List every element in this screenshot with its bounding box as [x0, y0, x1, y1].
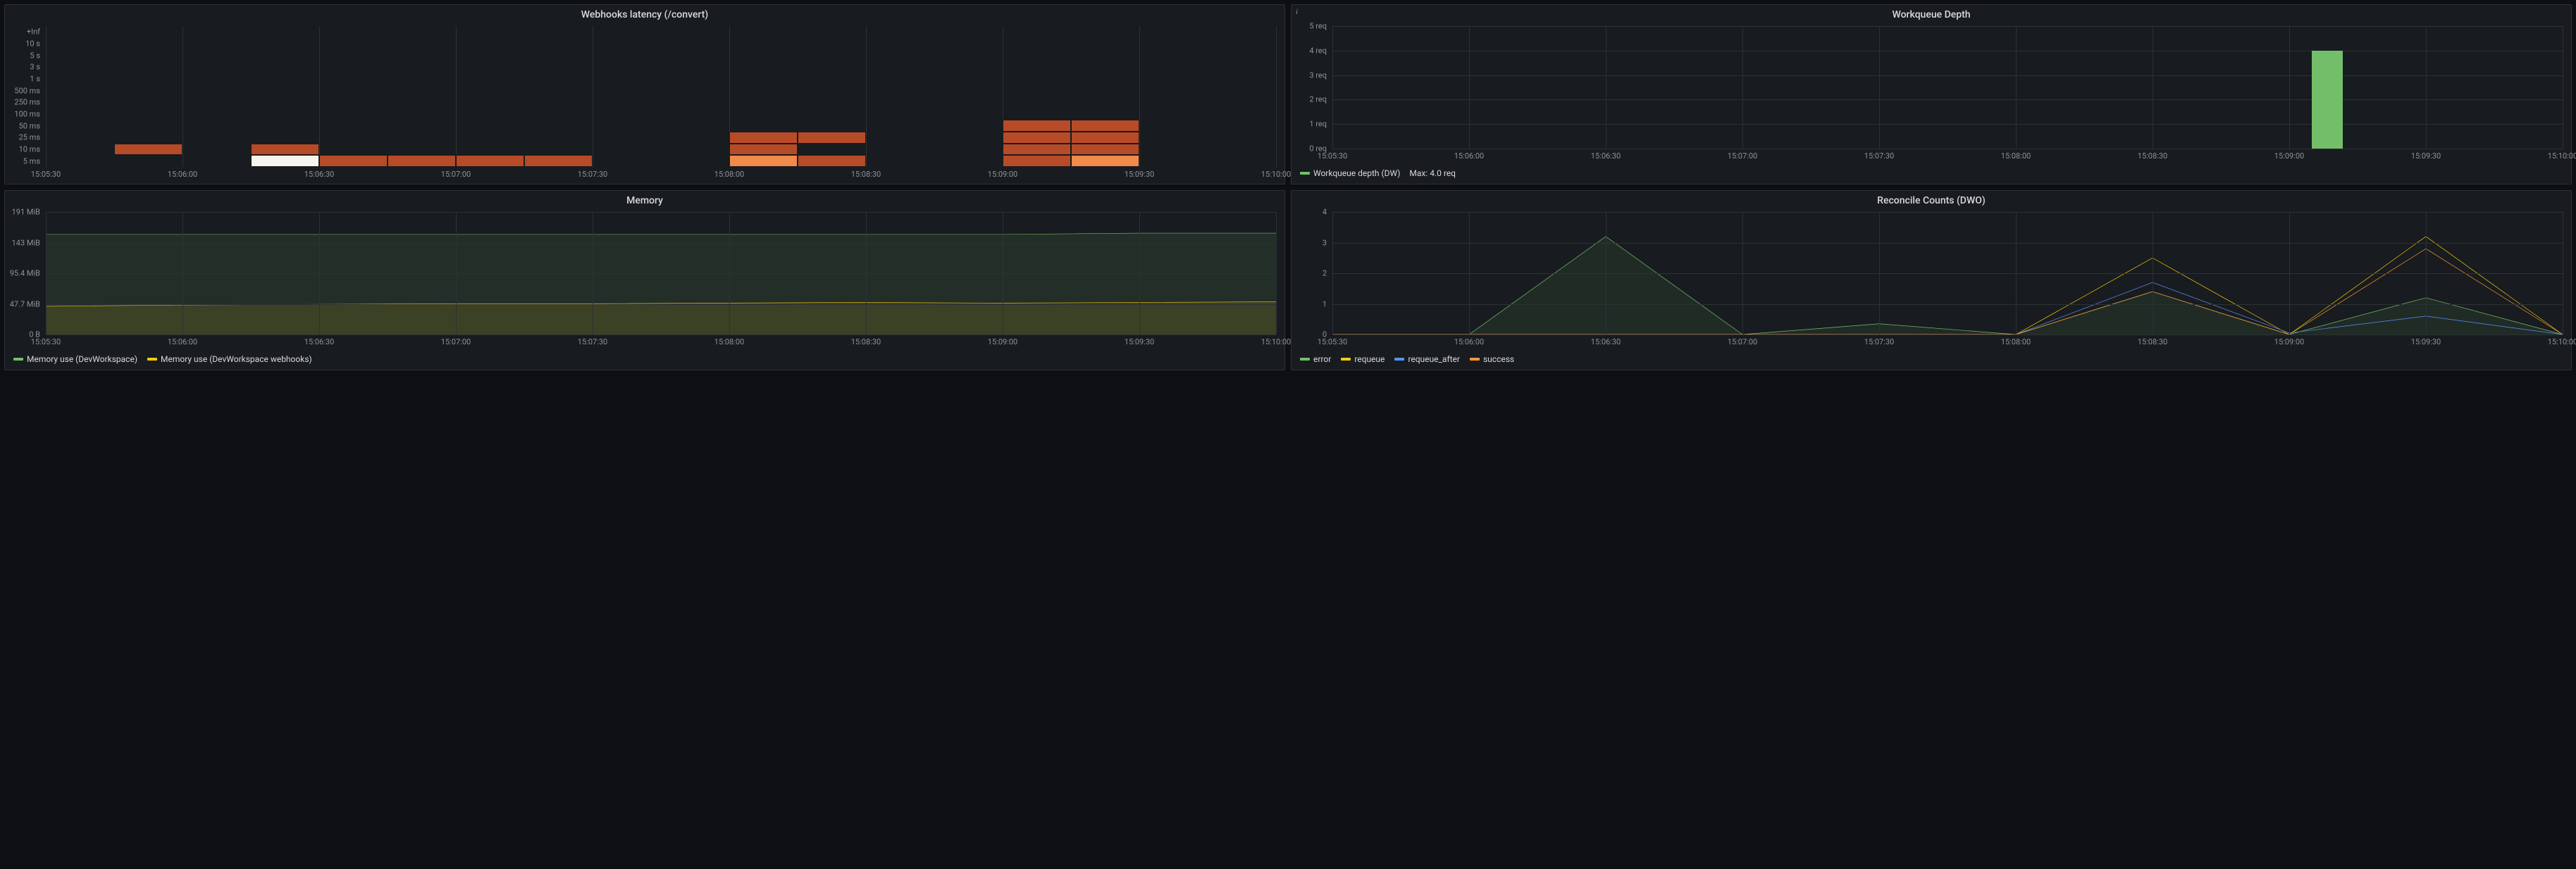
heatmap-cell[interactable] [456, 155, 524, 167]
heatmap-cell[interactable] [388, 155, 456, 167]
heatmap-cell[interactable] [1071, 132, 1139, 144]
line-chart[interactable] [1332, 212, 2563, 335]
heatmap-cell[interactable] [798, 155, 866, 167]
heatmap-cell[interactable] [251, 144, 319, 156]
heatmap-cell[interactable] [729, 132, 798, 144]
panel-workqueue-depth[interactable]: i Workqueue Depth 0 req1 req2 req3 req4 … [1291, 4, 2572, 185]
panel-reconcile-counts[interactable]: Reconcile Counts (DWO) 01234 15:05:3015:… [1291, 190, 2572, 370]
legend-label: Memory use (DevWorkspace) [27, 354, 137, 364]
chart-body: 01234 15:05:3015:06:0015:06:3015:07:0015… [1292, 209, 2571, 351]
legend-item[interactable]: Memory use (DevWorkspace) [13, 354, 137, 364]
legend-item[interactable]: requeue_after [1394, 354, 1460, 364]
heatmap-cell[interactable] [1071, 144, 1139, 156]
legend-item[interactable]: error [1300, 354, 1331, 364]
panel-title: Workqueue Depth [1292, 5, 2571, 23]
heatmap-cell[interactable] [1071, 120, 1139, 132]
heatmap-cell[interactable] [798, 132, 866, 144]
area-chart[interactable] [46, 212, 1276, 335]
legend: error requeue requeue_after success [1292, 351, 2571, 370]
heatmap-cell[interactable] [319, 155, 388, 167]
bar-area[interactable] [1332, 26, 2563, 149]
chart-body: 0 B47.7 MiB95.4 MiB143 MiB191 MiB 15:05:… [5, 209, 1284, 351]
legend-label: requeue [1354, 354, 1385, 364]
panel-title: Reconcile Counts (DWO) [1292, 191, 2571, 209]
info-icon[interactable]: i [1296, 8, 1298, 16]
legend-item[interactable]: requeue [1341, 354, 1385, 364]
legend-label: Workqueue depth (DW) [1313, 168, 1400, 178]
heatmap-cell[interactable] [1003, 132, 1071, 144]
heatmap-cell[interactable] [524, 155, 593, 167]
heatmap-cell[interactable] [729, 155, 798, 167]
heatmap-area[interactable] [46, 26, 1276, 167]
legend-extra: Max: 4.0 req [1409, 168, 1456, 178]
heatmap-cell[interactable] [1003, 120, 1071, 132]
legend-label: error [1313, 354, 1331, 364]
panel-webhooks-latency[interactable]: Webhooks latency (/convert) 5 ms10 ms25 … [4, 4, 1285, 185]
legend-label: requeue_after [1408, 354, 1460, 364]
heatmap-cell[interactable] [1003, 155, 1071, 167]
heatmap-cell[interactable] [114, 144, 182, 156]
chart-body: 0 req1 req2 req3 req4 req5 req 15:05:301… [1292, 23, 2571, 165]
legend: Memory use (DevWorkspace) Memory use (De… [5, 351, 1284, 370]
heatmap-cell[interactable] [1003, 144, 1071, 156]
heatmap-cell[interactable] [251, 155, 319, 167]
panel-memory[interactable]: Memory 0 B47.7 MiB95.4 MiB143 MiB191 MiB… [4, 190, 1285, 370]
legend-item[interactable]: Memory use (DevWorkspace webhooks) [147, 354, 312, 364]
heatmap-cell[interactable] [1071, 155, 1139, 167]
panel-title: Webhooks latency (/convert) [5, 5, 1284, 23]
legend-label: Memory use (DevWorkspace webhooks) [161, 354, 312, 364]
legend-item[interactable]: Workqueue depth (DW) Max: 4.0 req [1300, 168, 1456, 178]
chart-body: 5 ms10 ms25 ms50 ms100 ms250 ms500 ms1 s… [5, 23, 1284, 184]
legend-label: success [1483, 354, 1514, 364]
bar[interactable] [2312, 51, 2343, 149]
legend-item[interactable]: success [1470, 354, 1514, 364]
legend: Workqueue depth (DW) Max: 4.0 req [1292, 165, 2571, 184]
panel-title: Memory [5, 191, 1284, 209]
heatmap-cell[interactable] [729, 144, 798, 156]
